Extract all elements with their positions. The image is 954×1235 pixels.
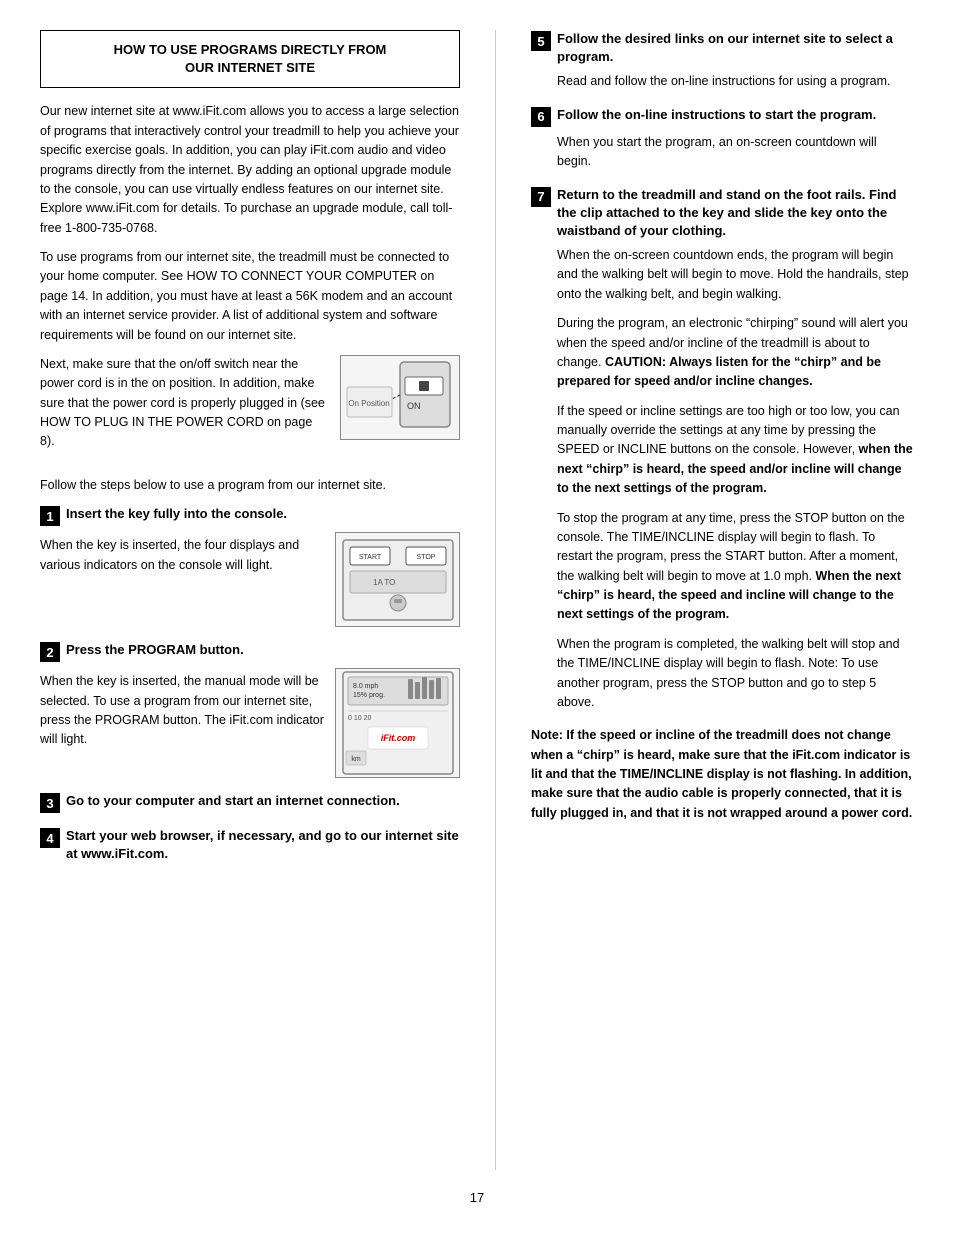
step-7-body-2-bold: CAUTION: Always listen for the “chirp” a… [557, 355, 881, 388]
step-5-title: Follow the desired links on our internet… [557, 30, 914, 66]
step-1-number: 1 [40, 506, 60, 526]
column-divider [495, 30, 496, 1170]
on-position-text: Next, make sure that the on/off switch n… [40, 355, 330, 462]
step-7-body-1: When the on-screen countdown ends, the p… [557, 246, 914, 304]
step-2-block: 2 Press the PROGRAM button. When the key… [40, 641, 460, 778]
step-1-content: When the key is inserted, the four displ… [40, 532, 460, 627]
step-4-header: 4 Start your web browser, if necessary, … [40, 827, 460, 863]
step-3-number: 3 [40, 793, 60, 813]
svg-text:iFit.com: iFit.com [380, 733, 415, 743]
step-6-block: 6 Follow the on-line instructions to sta… [531, 106, 914, 172]
step-7-number: 7 [531, 187, 551, 207]
right-column: 5 Follow the desired links on our intern… [531, 30, 914, 1170]
step-1-title: Insert the key fully into the console. [66, 505, 287, 523]
svg-text:0 10 20: 0 10 20 [348, 715, 371, 722]
step-4-block: 4 Start your web browser, if necessary, … [40, 827, 460, 863]
console-key-svg: START STOP 1A TO [338, 535, 458, 625]
step-7-header: 7 Return to the treadmill and stand on t… [531, 186, 914, 241]
step-7-body-4: To stop the program at any time, press t… [557, 509, 914, 625]
on-position-block: Next, make sure that the on/off switch n… [40, 355, 460, 462]
step-5-number: 5 [531, 31, 551, 51]
two-column-layout: HOW TO USE PROGRAMS DIRECTLY FROM OUR IN… [40, 30, 914, 1170]
step-1-header: 1 Insert the key fully into the console. [40, 505, 460, 526]
svg-text:15% prog.: 15% prog. [353, 692, 385, 699]
console-key-diagram: START STOP 1A TO [335, 532, 460, 627]
note-bold: Note: If the speed or incline of the tre… [531, 726, 914, 823]
step-6-number: 6 [531, 107, 551, 127]
intro-paragraph-4: Follow the steps below to use a program … [40, 476, 460, 495]
step-7-block: 7 Return to the treadmill and stand on t… [531, 186, 914, 824]
svg-text:START: START [358, 554, 381, 561]
on-position-image: ON On Position [340, 355, 460, 440]
intro-paragraph-1: Our new internet site at www.iFit.com al… [40, 102, 460, 238]
step-7-title: Return to the treadmill and stand on the… [557, 186, 914, 241]
svg-text:1A TO: 1A TO [373, 578, 395, 587]
svg-text:8.0 mph: 8.0 mph [353, 683, 378, 690]
on-position-diagram: ON On Position [340, 355, 460, 440]
step-5-block: 5 Follow the desired links on our intern… [531, 30, 914, 92]
step-2-header: 2 Press the PROGRAM button. [40, 641, 460, 662]
left-column: HOW TO USE PROGRAMS DIRECTLY FROM OUR IN… [40, 30, 460, 1170]
step-7-body-3-normal: If the speed or incline settings are too… [557, 404, 900, 457]
step-2-text: When the key is inserted, the manual mod… [40, 668, 325, 750]
on-position-svg: ON On Position [345, 357, 455, 437]
on-position-content: Next, make sure that the on/off switch n… [40, 355, 460, 462]
step-3-title: Go to your computer and start an interne… [66, 792, 400, 810]
step-6-title: Follow the on-line instructions to start… [557, 106, 876, 124]
svg-text:On Position: On Position [348, 399, 389, 408]
step-3-header: 3 Go to your computer and start an inter… [40, 792, 460, 813]
step-5-body: Read and follow the on-line instructions… [557, 72, 914, 91]
intro-paragraph-2: To use programs from our internet site, … [40, 248, 460, 345]
step-2-content: When the key is inserted, the manual mod… [40, 668, 460, 778]
step-5-header: 5 Follow the desired links on our intern… [531, 30, 914, 66]
step-2-number: 2 [40, 642, 60, 662]
step-4-title: Start your web browser, if necessary, an… [66, 827, 460, 863]
program-console-diagram: 8.0 mph 15% prog. 0 10 20 [335, 668, 460, 778]
step-3-block: 3 Go to your computer and start an inter… [40, 792, 460, 813]
step-6-header: 6 Follow the on-line instructions to sta… [531, 106, 914, 127]
svg-text:km: km [351, 756, 361, 763]
page-number: 17 [40, 1190, 914, 1205]
step-7-body-3: If the speed or incline settings are too… [557, 402, 914, 499]
step-6-body: When you start the program, an on-screen… [557, 133, 914, 172]
program-console-svg: 8.0 mph 15% prog. 0 10 20 [338, 669, 458, 777]
step-7-body-5: When the program is completed, the walki… [557, 635, 914, 713]
page: HOW TO USE PROGRAMS DIRECTLY FROM OUR IN… [0, 0, 954, 1235]
section-header-box: HOW TO USE PROGRAMS DIRECTLY FROM OUR IN… [40, 30, 460, 88]
step-7-body-2: During the program, an electronic “chirp… [557, 314, 914, 392]
step-1-block: 1 Insert the key fully into the console.… [40, 505, 460, 627]
section-title: HOW TO USE PROGRAMS DIRECTLY FROM OUR IN… [55, 41, 445, 77]
svg-text:ON: ON [407, 401, 421, 411]
step-1-text: When the key is inserted, the four displ… [40, 532, 325, 575]
intro-paragraph-3: Next, make sure that the on/off switch n… [40, 355, 330, 452]
step-2-title: Press the PROGRAM button. [66, 641, 244, 659]
step-4-number: 4 [40, 828, 60, 848]
svg-text:STOP: STOP [416, 554, 435, 561]
